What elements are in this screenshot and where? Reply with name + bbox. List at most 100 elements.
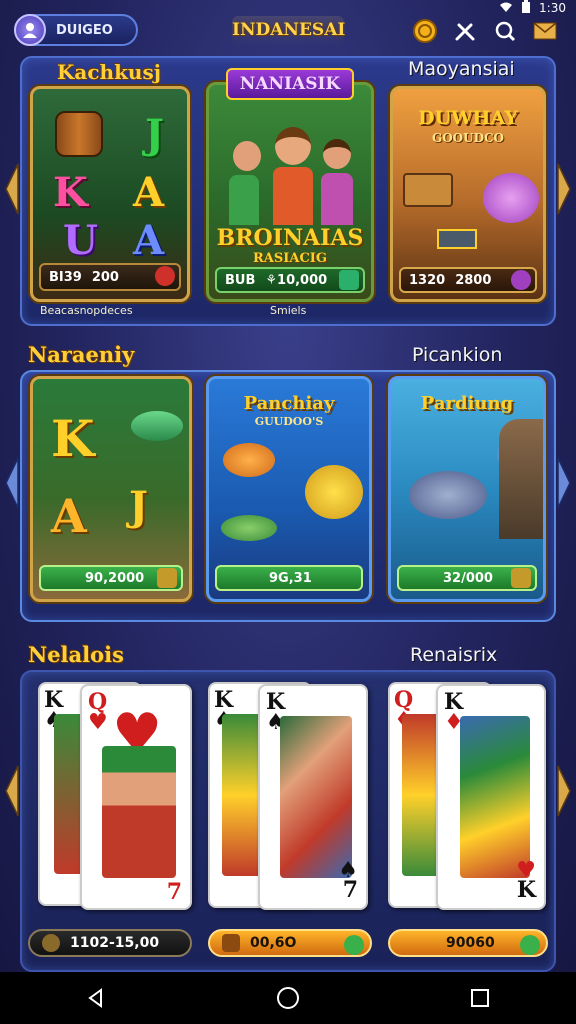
fish-creature-icon — [483, 173, 539, 223]
profile-button[interactable]: DUIGEO — [14, 14, 138, 46]
card-rank-7: 7 — [166, 879, 182, 905]
section-label-right: Maoyansiai — [408, 58, 515, 80]
card-rank-q: Q — [88, 689, 108, 715]
card-2-title: NANIASIK — [226, 68, 354, 100]
gold-bars-icon — [437, 229, 477, 249]
pill-3-value: 90060 — [446, 935, 495, 951]
card-rank-7-2: 7 — [342, 877, 358, 903]
letter-u: U — [63, 217, 98, 264]
letter-a-2: A — [133, 217, 165, 264]
card-rank-q-2: Q — [394, 687, 414, 713]
arrow-right-1[interactable] — [556, 162, 572, 216]
barrel-icon — [55, 111, 103, 157]
face-art-king — [102, 746, 176, 878]
game-card-duwhay[interactable]: DUWHAY GOOUDCO 1320 2800 — [390, 86, 546, 302]
playing-card-k-diamonds[interactable]: K ♦ ♥ K — [436, 684, 546, 910]
letter-a: A — [133, 169, 165, 216]
section-2-label-left: Naraeniy — [28, 342, 135, 367]
pill-2-icon — [222, 934, 240, 952]
pill-2-value: 00,6O — [250, 935, 297, 951]
bag-icon[interactable] — [339, 270, 359, 290]
card-4-bar-value: 90,2000 — [85, 570, 145, 586]
trophy-icon-2[interactable] — [511, 568, 531, 588]
section-2-label-right: Picankion — [412, 344, 503, 366]
section-3-label-right: Renaisrix — [410, 644, 498, 666]
section-3-label-left: Nelalois — [28, 642, 124, 667]
mail-icon[interactable] — [532, 18, 558, 44]
top-icons — [412, 18, 558, 44]
pill-2[interactable]: 00,6O — [208, 929, 372, 957]
gem-icon[interactable] — [511, 270, 531, 290]
game-card-panchiay[interactable]: Panchiay GUUDOO'S 9G,31 — [206, 376, 372, 602]
letter-k-2: K — [51, 409, 95, 468]
pill-3[interactable]: 90060 — [388, 929, 548, 957]
game-card-fishing-ka[interactable]: K A J 90,2000 — [30, 376, 192, 602]
fish-icon — [131, 411, 183, 441]
card-1-title: Kachkusj — [57, 60, 161, 84]
card-rank-k-3: K — [266, 689, 286, 715]
card-2-subtitle2: RASIACIG — [253, 251, 327, 266]
letter-j: J — [145, 111, 164, 158]
card-rank-k-2: K — [214, 687, 234, 713]
nav-bar — [0, 972, 576, 1024]
recents-icon[interactable] — [460, 978, 500, 1018]
green-fish-icon — [221, 515, 277, 541]
card-rank-k: K — [44, 687, 64, 713]
coin-icon[interactable] — [412, 18, 438, 44]
game-card-naniasik[interactable]: BROINAIAS RASIACIG BUB ⚘10,000 — [206, 82, 374, 302]
card-5-subtitle: GUUDOO'S — [254, 415, 324, 428]
letter-a-3: A — [51, 489, 87, 543]
game-card-pardiung[interactable]: Pardiung 32/000 — [388, 376, 546, 602]
card-5-bar: 9G,31 — [215, 565, 363, 591]
card-1-bar-value: 200 — [91, 269, 119, 285]
card-5-bar-value: 9G,31 — [269, 570, 312, 586]
top-bar: DUIGEO INDANESAI — [0, 10, 576, 54]
card-1-bar-left: BI39 — [49, 269, 82, 285]
card-3-bar-left: 1320 — [409, 272, 446, 288]
card-3-bar-value: 2800 — [455, 272, 492, 288]
arrow-left-1[interactable] — [4, 162, 20, 216]
card-2-bar-left: BUB — [225, 272, 256, 288]
card-4-bar: 90,2000 — [39, 565, 183, 591]
tools-icon[interactable] — [452, 18, 478, 44]
pill-1-icon — [42, 934, 60, 952]
rock-cliff-image — [499, 419, 543, 539]
dolphin-icon — [409, 471, 487, 519]
trophy-icon[interactable] — [157, 568, 177, 588]
card-6-title: Pardiung — [420, 393, 514, 414]
card-1-bar: BI39 200 — [39, 263, 181, 291]
tag-icon[interactable] — [155, 266, 175, 286]
card-2-subtitle: BROINAIAS — [216, 225, 364, 251]
pill-1[interactable]: 1102-15,00 — [28, 929, 192, 957]
face-art-3 — [280, 716, 352, 878]
check-icon-2 — [520, 935, 540, 955]
card-2-bar: BUB ⚘10,000 — [215, 267, 365, 293]
card-5-title: Panchiay — [243, 393, 335, 414]
characters-image — [227, 119, 357, 229]
face-art-5 — [460, 716, 530, 878]
letter-k: K — [53, 169, 88, 216]
app-title: INDANESAI — [232, 16, 345, 46]
home-icon[interactable] — [268, 978, 308, 1018]
card-2-caption: Smiels — [270, 304, 307, 317]
card-6-bar-value: 32/000 — [443, 570, 493, 586]
orange-fish-icon — [223, 443, 275, 477]
treasure-chest-icon — [403, 173, 453, 207]
search-icon[interactable] — [492, 18, 518, 44]
arrow-left-3[interactable] — [4, 764, 20, 818]
card-3-title: DUWHAY — [418, 107, 518, 129]
yellow-fish-icon — [305, 465, 363, 519]
arrow-right-2[interactable] — [556, 456, 572, 510]
check-icon — [344, 935, 364, 955]
back-icon[interactable] — [76, 978, 116, 1018]
card-6-bar: 32/000 — [397, 565, 537, 591]
playing-card-q-hearts[interactable]: Q ♥ ♥ 7 — [80, 684, 192, 910]
arrow-right-3[interactable] — [556, 764, 572, 818]
arrow-left-2[interactable] — [4, 456, 20, 510]
playing-card-k-spades-3[interactable]: K ♠ ♠ 7 — [258, 684, 368, 910]
card-3-subtitle: GOOUDCO — [431, 131, 505, 145]
profile-name: DUIGEO — [56, 22, 113, 38]
card-3-bar: 1320 2800 — [399, 267, 537, 293]
card-1-caption: Beacasnopdeces — [40, 304, 133, 317]
game-card-kachkusj[interactable]: J K A U A BI39 200 — [30, 86, 190, 302]
